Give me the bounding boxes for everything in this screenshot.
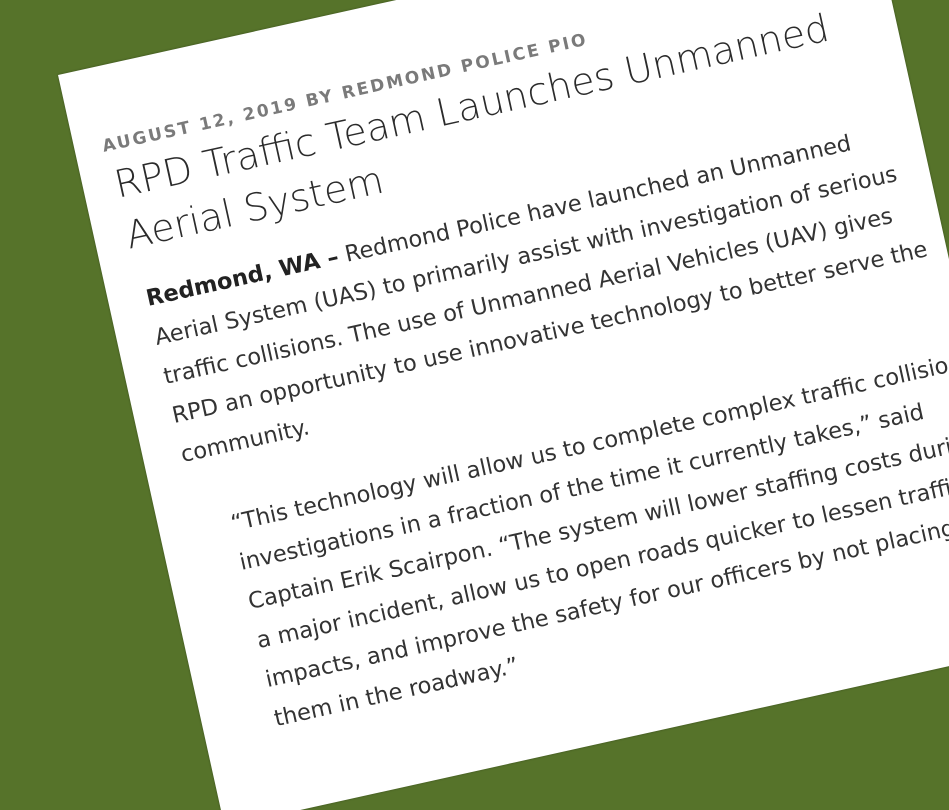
article-page: AUGUST 12, 2019 BY REDMOND POLICE PIO RP… — [58, 0, 949, 810]
photo-background: AUGUST 12, 2019 BY REDMOND POLICE PIO RP… — [0, 0, 949, 810]
article-content: AUGUST 12, 2019 BY REDMOND POLICE PIO RP… — [100, 0, 949, 748]
byline-prefix: BY — [303, 85, 337, 112]
